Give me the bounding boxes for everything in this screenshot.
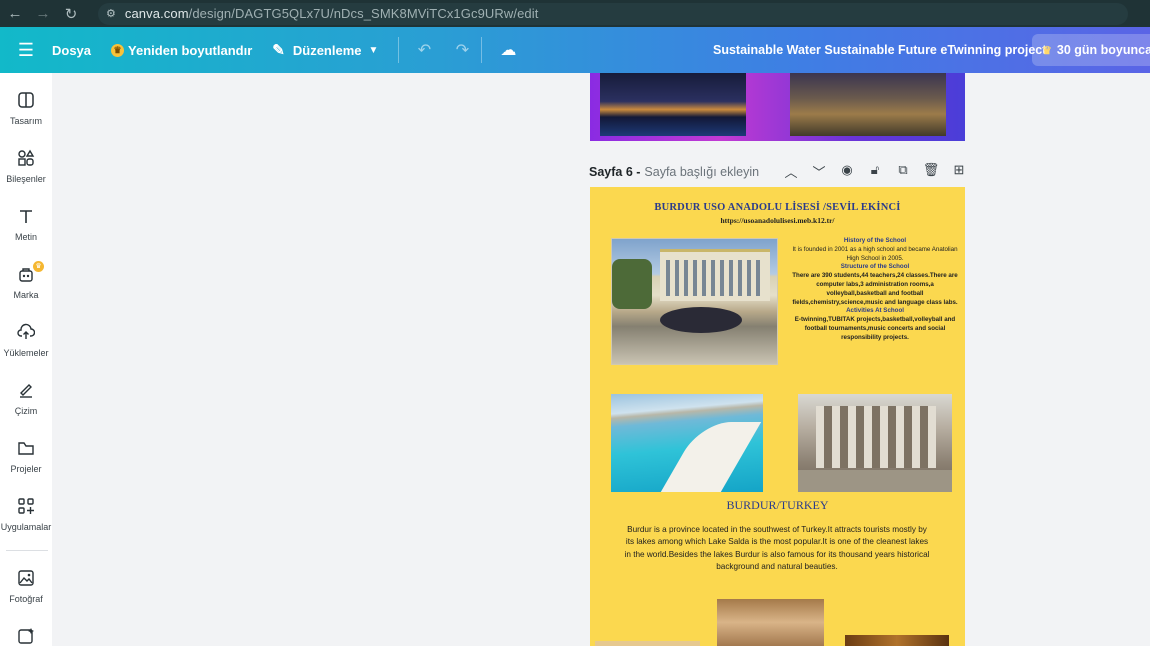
sidebar-item-label: Metin bbox=[14, 232, 37, 242]
site-settings-icon[interactable]: ⚙ bbox=[106, 7, 116, 20]
reload-icon[interactable]: ↻ bbox=[58, 4, 84, 24]
food-photo[interactable] bbox=[845, 635, 949, 646]
file-menu[interactable]: Dosya bbox=[52, 43, 91, 58]
undo-icon[interactable]: ↶ bbox=[405, 40, 443, 60]
sidebar-item-apps[interactable]: Uygulamalar bbox=[0, 497, 52, 532]
menu-icon[interactable]: ☰ bbox=[0, 27, 52, 73]
crown-icon: ♛ bbox=[111, 43, 125, 57]
city-description[interactable]: Burdur is a province located in the sout… bbox=[624, 524, 930, 573]
resize-button[interactable]: ♛ Yeniden boyutlandır bbox=[111, 43, 252, 58]
folder-icon bbox=[18, 442, 34, 455]
sidebar-item-magic[interactable] bbox=[0, 627, 52, 645]
draw-icon bbox=[20, 384, 32, 398]
design-page[interactable]: BURDUR USO ANADOLU LİSESİ /SEVİL EKİNCİ … bbox=[590, 187, 965, 646]
redo-icon[interactable]: ↷ bbox=[443, 40, 481, 60]
sidebar-item-label: Uygulamalar bbox=[0, 522, 52, 532]
page-toolbar: Sayfa 6 - Sayfa başlığı ekleyin ︿ ﹀ ◉ 🔓︎… bbox=[589, 161, 967, 183]
address-bar[interactable]: ⚙ canva.com/design/DAGTG5QLx7U/nDcs_SMK8… bbox=[98, 2, 1128, 25]
city-night-photo[interactable] bbox=[600, 73, 746, 136]
edit-mode-label: Düzenleme bbox=[292, 42, 362, 58]
trial-label: 30 gün boyunca C bbox=[1056, 43, 1150, 57]
text-icon bbox=[20, 210, 32, 223]
sidebar-divider bbox=[6, 550, 48, 551]
forward-icon[interactable]: → bbox=[30, 4, 56, 24]
previous-page[interactable] bbox=[590, 73, 965, 141]
columns-shape bbox=[816, 406, 936, 468]
sidebar-item-label: Tasarım bbox=[9, 116, 42, 126]
school-url[interactable]: https://usoanadolulisesi.meb.k12.tr/ bbox=[590, 216, 965, 225]
sidebar-item-photos[interactable]: Fotoğraf bbox=[0, 569, 52, 604]
resize-label: Yeniden boyutlandır bbox=[128, 42, 253, 58]
history-heading: History of the School bbox=[843, 237, 907, 244]
divider bbox=[481, 37, 483, 63]
lock-icon[interactable]: 🔓︎ bbox=[861, 162, 889, 181]
page-number: Sayfa 6 - bbox=[589, 165, 641, 179]
cloud-save-icon[interactable]: ☁ bbox=[488, 40, 528, 60]
editor-header: ☰ Dosya ♛ Yeniden boyutlandır ✎ Düzenlem… bbox=[0, 27, 1150, 73]
students-crowd-shape bbox=[660, 307, 742, 333]
edit-mode-dropdown[interactable]: ✎ Düzenleme ▼ bbox=[272, 41, 378, 59]
structure-text: There are 390 students,44 teachers,24 cl… bbox=[792, 272, 958, 306]
side-panel: Tasarım Bileşenler Metin ♛ Marka Yükleme… bbox=[0, 73, 52, 646]
crown-icon: ♛ bbox=[1042, 44, 1052, 57]
sidebar-item-elements[interactable]: Bileşenler bbox=[0, 149, 52, 184]
activities-text: E-twinning,TUBITAK projects,basketball,v… bbox=[794, 316, 956, 341]
add-page-icon[interactable]: ⊞ bbox=[945, 162, 973, 181]
beach-shape bbox=[660, 422, 762, 492]
activities-heading: Activities At School bbox=[846, 307, 904, 315]
sidebar-item-label: Projeler bbox=[10, 464, 42, 474]
food-photo[interactable] bbox=[717, 599, 824, 646]
hide-page-icon[interactable]: ◉ bbox=[833, 162, 861, 181]
elements-icon bbox=[18, 149, 35, 166]
food-photo[interactable] bbox=[595, 641, 700, 646]
sidebar-item-label: Fotoğraf bbox=[9, 594, 43, 604]
sidebar-item-uploads[interactable]: Yüklemeler bbox=[0, 323, 52, 358]
school-title[interactable]: BURDUR USO ANADOLU LİSESİ /SEVİL EKİNCİ bbox=[590, 202, 965, 213]
ancient-ruins-photo[interactable] bbox=[798, 394, 952, 492]
back-icon[interactable]: ← bbox=[2, 4, 28, 24]
sidebar-item-label: Marka bbox=[13, 290, 39, 300]
chevron-down-icon: ▼ bbox=[368, 44, 379, 56]
sidebar-item-brand[interactable]: ♛ Marka bbox=[0, 261, 52, 300]
structure-heading: Structure of the School bbox=[840, 263, 910, 271]
trash-icon[interactable]: 🗑︎ bbox=[917, 162, 945, 181]
apps-icon bbox=[18, 498, 34, 514]
duplicate-page-icon[interactable]: ⧉ bbox=[889, 162, 917, 181]
upload-icon bbox=[17, 323, 35, 339]
crown-badge-icon: ♛ bbox=[33, 261, 44, 272]
school-photo[interactable] bbox=[611, 238, 778, 365]
sidebar-item-label: Çizim bbox=[14, 406, 38, 416]
sidebar-item-projects[interactable]: Projeler bbox=[0, 439, 52, 474]
trees-shape bbox=[612, 259, 652, 309]
sidebar-item-label: Yüklemeler bbox=[3, 348, 49, 358]
trial-button[interactable]: ♛ 30 gün boyunca C bbox=[1032, 34, 1150, 66]
sidebar-item-draw[interactable]: Çizim bbox=[0, 381, 52, 416]
url-text: canva.com/design/DAGTG5QLx7U/nDcs_SMK8MV… bbox=[125, 6, 539, 21]
lake-salda-photo[interactable] bbox=[611, 394, 763, 492]
document-title[interactable]: Sustainable Water Sustainable Future eTw… bbox=[713, 43, 1046, 57]
url-host: canva.com bbox=[124, 6, 189, 21]
magic-photo-icon bbox=[18, 628, 34, 644]
sidebar-item-text[interactable]: Metin bbox=[0, 207, 52, 242]
sidebar-item-design[interactable]: Tasarım bbox=[0, 91, 52, 126]
sidebar-item-label: Bileşenler bbox=[6, 174, 46, 184]
photo-icon bbox=[18, 570, 34, 586]
page-title-input[interactable]: Sayfa başlığı ekleyin bbox=[644, 165, 759, 179]
canvas-workspace[interactable]: Sayfa 6 - Sayfa başlığı ekleyin ︿ ﹀ ◉ 🔓︎… bbox=[52, 73, 1150, 646]
city-title[interactable]: BURDUR/TURKEY bbox=[590, 498, 965, 513]
history-text: It is founded in 2001 as a high school a… bbox=[792, 245, 958, 262]
chevron-down-icon[interactable]: ﹀ bbox=[805, 162, 833, 181]
castle-photo[interactable] bbox=[790, 73, 946, 136]
divider bbox=[398, 37, 400, 63]
url-path: /design/DAGTG5QLx7U/nDcs_SMK8MViTCx1Gc9U… bbox=[188, 6, 539, 21]
school-info-text[interactable]: History of the School It is founded in 2… bbox=[792, 237, 958, 343]
page-tools: ︿ ﹀ ◉ 🔓︎ ⧉ 🗑︎ ⊞ bbox=[777, 162, 973, 181]
layout-icon bbox=[18, 92, 34, 108]
chevron-up-icon[interactable]: ︿ bbox=[777, 162, 805, 181]
browser-toolbar: ← → ↻ ⚙ canva.com/design/DAGTG5QLx7U/nDc… bbox=[0, 0, 1150, 27]
building-shape bbox=[660, 249, 770, 301]
pencil-icon: ✎ bbox=[272, 42, 285, 59]
